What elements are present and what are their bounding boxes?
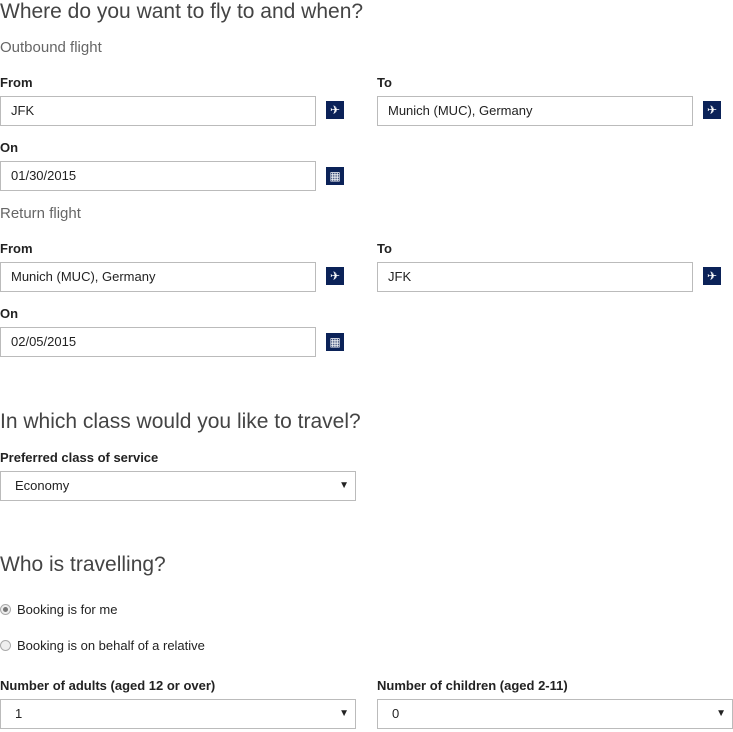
adults-value: 1 [15,706,23,721]
return-to-label: To [377,241,392,256]
plane-icon[interactable]: ✈ [703,267,721,285]
radio-booking-relative[interactable] [0,640,11,651]
children-value: 0 [392,706,400,721]
travellers-heading: Who is travelling? [0,553,166,576]
chevron-down-icon: ▼ [339,708,349,719]
class-heading: In which class would you like to travel? [0,410,361,433]
radio-label: Booking is on behalf of a relative [17,638,205,653]
plane-icon[interactable]: ✈ [703,101,721,119]
return-from-input[interactable]: Munich (MUC), Germany [0,262,316,292]
plane-icon[interactable]: ✈ [326,101,344,119]
return-on-label: On [0,306,19,321]
plane-icon[interactable]: ✈ [326,267,344,285]
children-label: Number of children (aged 2-11) [377,678,568,693]
outbound-date-input[interactable]: 01/30/2015 [0,161,316,191]
chevron-down-icon: ▼ [339,480,349,491]
adults-label: Number of adults (aged 12 or over) [0,678,216,693]
outbound-to-input[interactable]: Munich (MUC), Germany [377,96,693,126]
outbound-from-label: From [0,75,33,90]
return-to-input[interactable]: JFK [377,262,693,292]
calendar-icon[interactable]: ▦ [326,333,344,351]
children-select[interactable]: 0 ▼ [377,699,733,729]
return-title: Return flight [0,205,81,222]
outbound-to-label: To [377,75,392,90]
chevron-down-icon: ▼ [716,708,726,719]
outbound-from-input[interactable]: JFK [0,96,316,126]
calendar-icon[interactable]: ▦ [326,167,344,185]
class-label: Preferred class of service [0,450,159,465]
radio-label: Booking is for me [17,602,118,617]
adults-select[interactable]: 1 ▼ [0,699,356,729]
return-from-label: From [0,241,33,256]
return-date-input[interactable]: 02/05/2015 [0,327,316,357]
class-value: Economy [15,478,70,493]
radio-booking-for-me[interactable] [0,604,11,615]
class-select[interactable]: Economy ▼ [0,471,356,501]
outbound-on-label: On [0,140,19,155]
outbound-title: Outbound flight [0,39,102,56]
flight-heading: Where do you want to fly to and when? [0,0,364,23]
